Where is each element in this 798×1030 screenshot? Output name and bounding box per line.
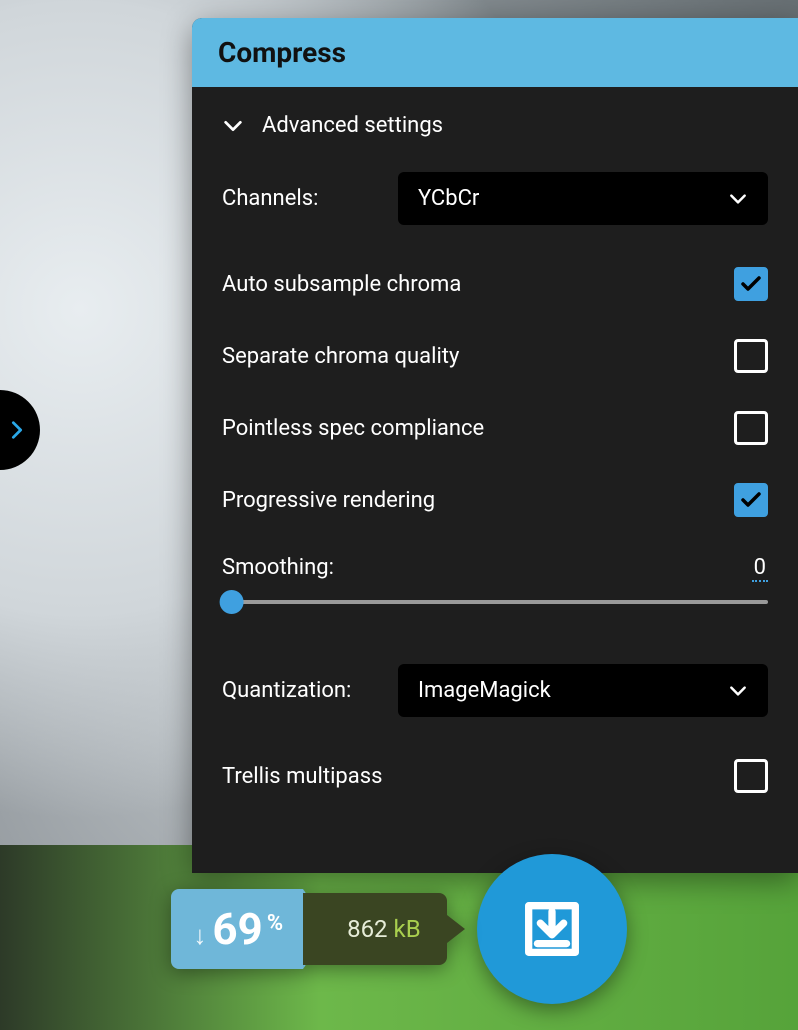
savings-percent-value: 69 — [212, 907, 263, 951]
download-button[interactable] — [477, 854, 627, 1004]
advanced-settings-toggle[interactable]: Advanced settings — [222, 113, 768, 138]
compress-panel: Compress Advanced settings Channels: YCb… — [192, 18, 798, 873]
check-icon — [739, 272, 763, 296]
chevron-down-icon — [222, 115, 244, 137]
panel-title: Compress — [192, 18, 798, 87]
progressive-checkbox[interactable] — [734, 483, 768, 517]
trellis-label: Trellis multipass — [222, 764, 382, 789]
auto-subsample-label: Auto subsample chroma — [222, 272, 461, 297]
savings-badge: ↓ 69 % 862kB — [171, 889, 446, 969]
separate-chroma-label: Separate chroma quality — [222, 344, 459, 369]
advanced-settings-label: Advanced settings — [262, 113, 443, 138]
check-icon — [739, 488, 763, 512]
output-size-value: 862 — [347, 915, 387, 943]
channels-value: YCbCr — [418, 186, 479, 211]
quantization-select[interactable]: ImageMagick — [398, 664, 768, 717]
quantization-value: ImageMagick — [418, 678, 551, 703]
quantization-label: Quantization: — [222, 678, 351, 703]
output-size-unit: kB — [394, 915, 421, 943]
result-bar: ↓ 69 % 862kB — [0, 854, 798, 1004]
channels-select[interactable]: YCbCr — [398, 172, 768, 225]
download-icon — [517, 894, 587, 964]
smoothing-value[interactable]: 0 — [752, 555, 768, 582]
spec-compliance-checkbox[interactable] — [734, 411, 768, 445]
smoothing-slider[interactable] — [222, 600, 768, 604]
channels-label: Channels: — [222, 186, 318, 211]
separate-chroma-checkbox[interactable] — [734, 339, 768, 373]
progressive-label: Progressive rendering — [222, 488, 435, 513]
chevron-down-icon — [728, 681, 748, 701]
down-arrow-icon: ↓ — [193, 920, 206, 951]
percent-symbol: % — [267, 911, 283, 936]
smoothing-label: Smoothing: — [222, 555, 334, 582]
smoothing-slider-thumb[interactable] — [220, 590, 244, 614]
chevron-right-icon — [6, 419, 28, 441]
output-size: 862kB — [303, 893, 447, 965]
savings-percent: ↓ 69 % — [171, 889, 303, 969]
auto-subsample-checkbox[interactable] — [734, 267, 768, 301]
trellis-checkbox[interactable] — [734, 759, 768, 793]
chevron-down-icon — [728, 189, 748, 209]
spec-compliance-label: Pointless spec compliance — [222, 416, 484, 441]
